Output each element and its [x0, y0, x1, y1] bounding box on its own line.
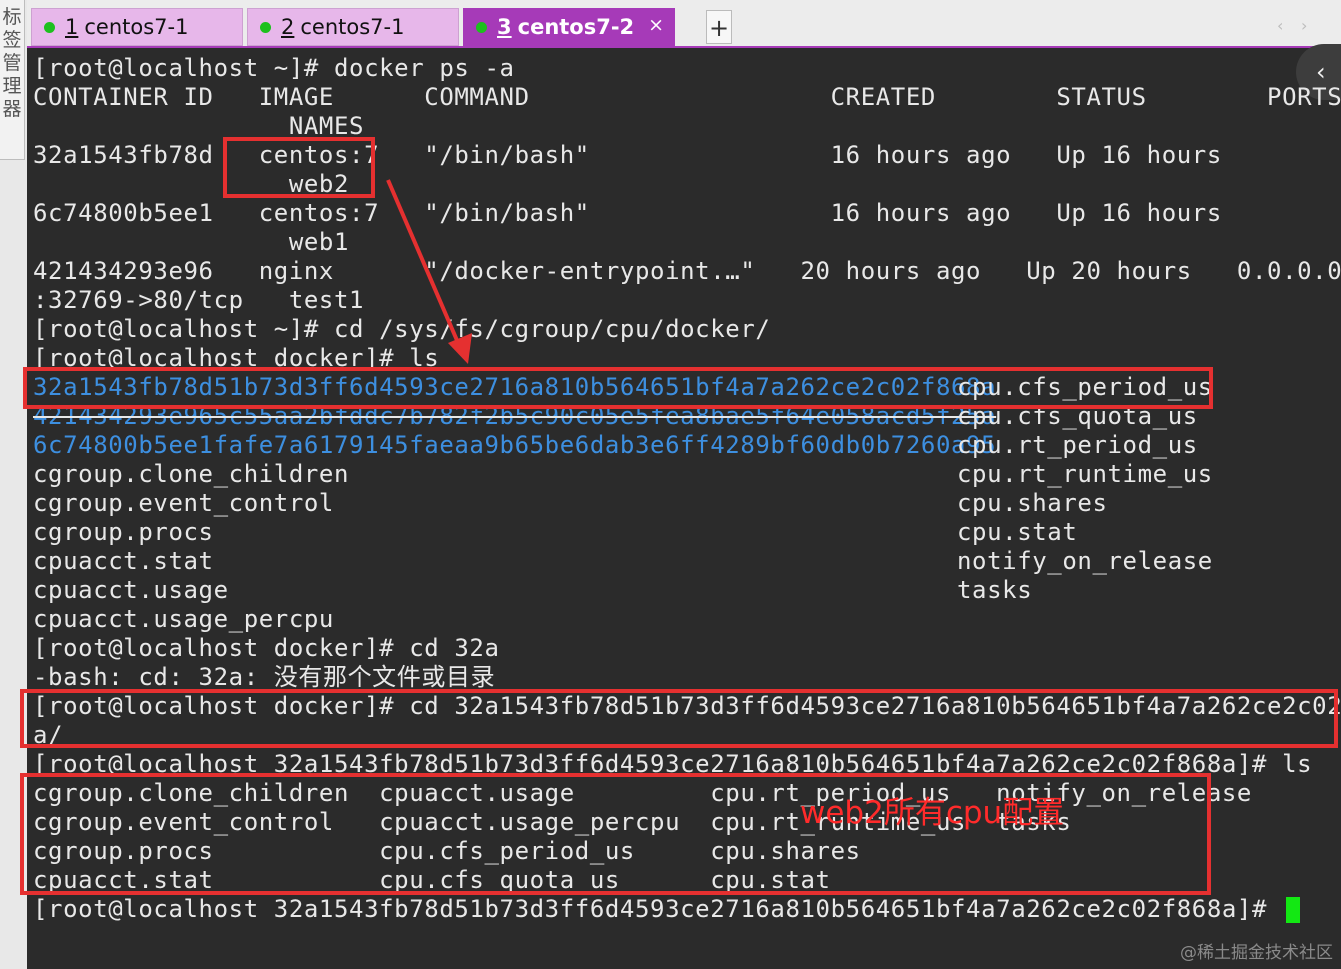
annotation-arrow [386, 179, 472, 364]
watermark: @稀土掘金技术社区 [1180, 943, 1333, 963]
arrow-head [448, 333, 472, 364]
annotation-label: web2所有cpu配置 [800, 795, 1065, 831]
arrow-shaft [386, 179, 464, 353]
